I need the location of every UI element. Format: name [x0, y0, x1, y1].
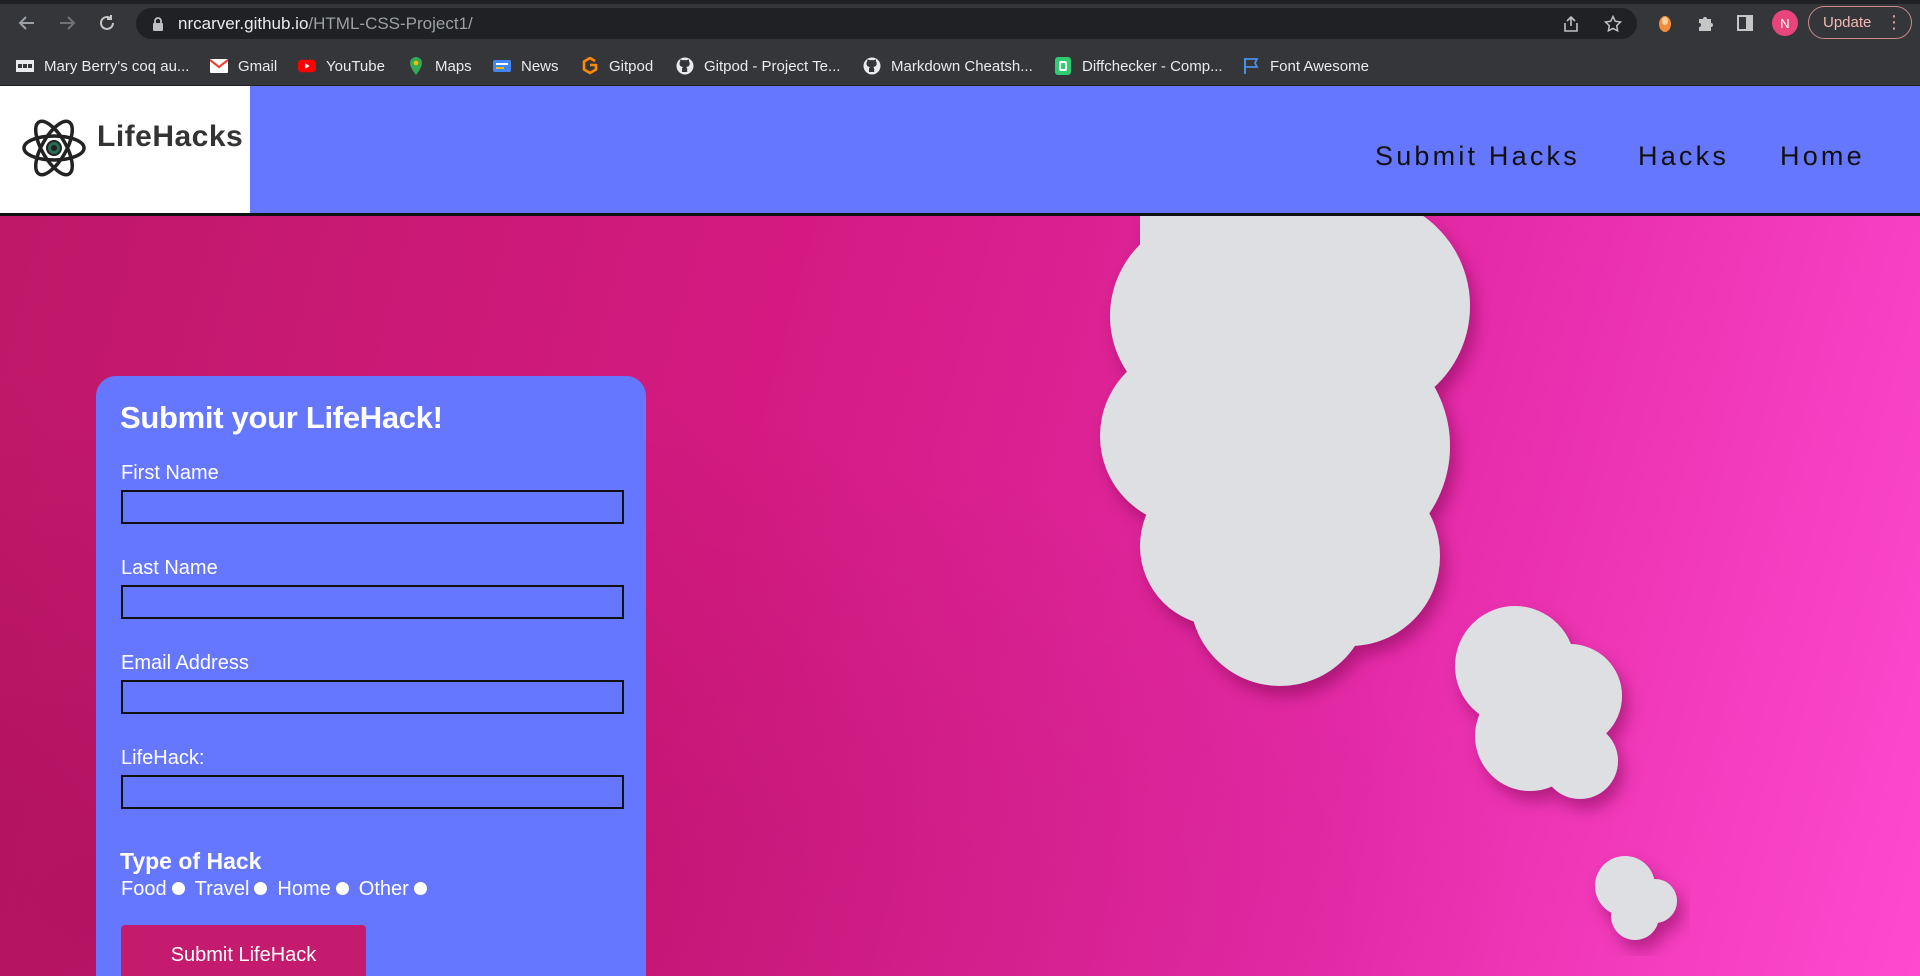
- email-label: Email Address: [121, 652, 249, 674]
- first-name-input[interactable]: [121, 490, 624, 524]
- update-button[interactable]: Update ⋮: [1808, 6, 1912, 39]
- bookmark-label: Font Awesome: [1270, 57, 1369, 75]
- submit-lifehack-button[interactable]: Submit LifeHack: [121, 925, 366, 976]
- github-icon: [863, 57, 881, 75]
- bookmark-item[interactable]: YouTube: [298, 54, 385, 78]
- web-page: LifeHacks Submit Hacks Hacks Home Submit…: [0, 86, 1920, 976]
- nav-hacks[interactable]: Hacks: [1638, 141, 1729, 172]
- browser-toolbar: nrcarver.github.io/HTML-CSS-Project1/ N …: [0, 0, 1920, 46]
- hack-type-title: Type of Hack: [120, 848, 262, 874]
- github-icon: [676, 57, 694, 75]
- site-logo[interactable]: LifeHacks: [0, 86, 250, 213]
- hero-background: Submit your LifeHack! First Name Last Na…: [0, 216, 1920, 976]
- lifehack-label: LifeHack:: [121, 747, 205, 769]
- bookmark-item[interactable]: Gmail: [210, 54, 277, 78]
- bookmark-label: Gitpod - Project Te...: [704, 57, 841, 75]
- radio-food[interactable]: [171, 881, 185, 895]
- bookmark-label: Gitpod: [609, 57, 654, 75]
- bookmark-item[interactable]: Maps: [407, 54, 472, 78]
- site-grid-icon: [16, 57, 34, 75]
- gitpod-icon: [581, 57, 599, 75]
- forward-icon[interactable]: [53, 9, 81, 37]
- address-bar[interactable]: nrcarver.github.io/HTML-CSS-Project1/: [136, 8, 1637, 39]
- nav-submit-hacks[interactable]: Submit Hacks: [1375, 141, 1580, 172]
- menu-kebab-icon[interactable]: ⋮: [1885, 12, 1903, 32]
- star-icon[interactable]: [1603, 14, 1623, 34]
- thought-bubble-image: [1100, 216, 1677, 940]
- update-label: Update: [1823, 14, 1872, 31]
- last-name-label: Last Name: [121, 557, 218, 579]
- flag-icon: [1242, 57, 1260, 75]
- bookmark-label: Gmail: [238, 57, 278, 75]
- submit-form-card: Submit your LifeHack! First Name Last Na…: [96, 376, 646, 976]
- bookmark-item[interactable]: Markdown Cheatsh...: [863, 54, 1033, 78]
- email-input[interactable]: [121, 680, 624, 714]
- puzzle-icon[interactable]: [1694, 12, 1716, 34]
- radio-other[interactable]: [413, 881, 427, 895]
- reload-icon[interactable]: [93, 9, 121, 37]
- radio-label-home: Home: [277, 878, 331, 900]
- bookmark-item[interactable]: Mary Berry's coq au...: [16, 54, 189, 78]
- bookmark-label: Maps: [435, 57, 472, 75]
- bookmark-label: Mary Berry's coq au...: [44, 57, 190, 75]
- side-panel-icon[interactable]: [1734, 12, 1756, 34]
- radio-travel[interactable]: [254, 881, 268, 895]
- bookmark-item[interactable]: Diffchecker - Comp...: [1054, 54, 1223, 78]
- gmail-icon: [210, 57, 228, 75]
- bookmark-item[interactable]: Font Awesome: [1242, 54, 1369, 78]
- radio-home[interactable]: [335, 881, 349, 895]
- back-icon[interactable]: [13, 9, 41, 37]
- radio-label-other: Other: [358, 878, 409, 900]
- tab-strip-edge: [0, 0, 1920, 4]
- url-text: nrcarver.github.io/HTML-CSS-Project1/: [178, 13, 473, 33]
- logo-text: LifeHacks: [97, 120, 244, 153]
- radio-label-travel: Travel: [194, 878, 250, 900]
- bookmark-item[interactable]: Gitpod - Project Te...: [676, 54, 840, 78]
- maps-icon: [407, 57, 425, 75]
- news-icon: [493, 57, 511, 75]
- radio-label-food: Food: [121, 878, 167, 900]
- first-name-label: First Name: [121, 462, 219, 484]
- lock-icon[interactable]: [150, 16, 166, 32]
- share-icon[interactable]: [1561, 14, 1581, 34]
- bookmark-item[interactable]: News: [493, 54, 559, 78]
- diffchecker-icon: [1054, 57, 1072, 75]
- form-title: Submit your LifeHack!: [120, 400, 443, 435]
- atom-icon: [22, 119, 86, 177]
- extension-icon[interactable]: [1654, 12, 1676, 34]
- lifehack-input[interactable]: [121, 775, 624, 809]
- bookmark-label: News: [521, 57, 559, 75]
- youtube-icon: [298, 57, 316, 75]
- bookmarks-bar: Mary Berry's coq au... Gmail YouTube Map…: [0, 46, 1920, 86]
- bookmark-label: YouTube: [326, 57, 385, 75]
- bookmark-item[interactable]: Gitpod: [581, 54, 653, 78]
- site-header: LifeHacks Submit Hacks Hacks Home: [0, 86, 1920, 213]
- bookmark-label: Markdown Cheatsh...: [891, 57, 1033, 75]
- nav-home[interactable]: Home: [1780, 141, 1865, 172]
- last-name-input[interactable]: [121, 585, 624, 619]
- bookmark-label: Diffchecker - Comp...: [1082, 57, 1223, 75]
- hack-type-radio-group: Food Travel Home Other: [121, 878, 437, 901]
- profile-avatar[interactable]: N: [1772, 10, 1798, 36]
